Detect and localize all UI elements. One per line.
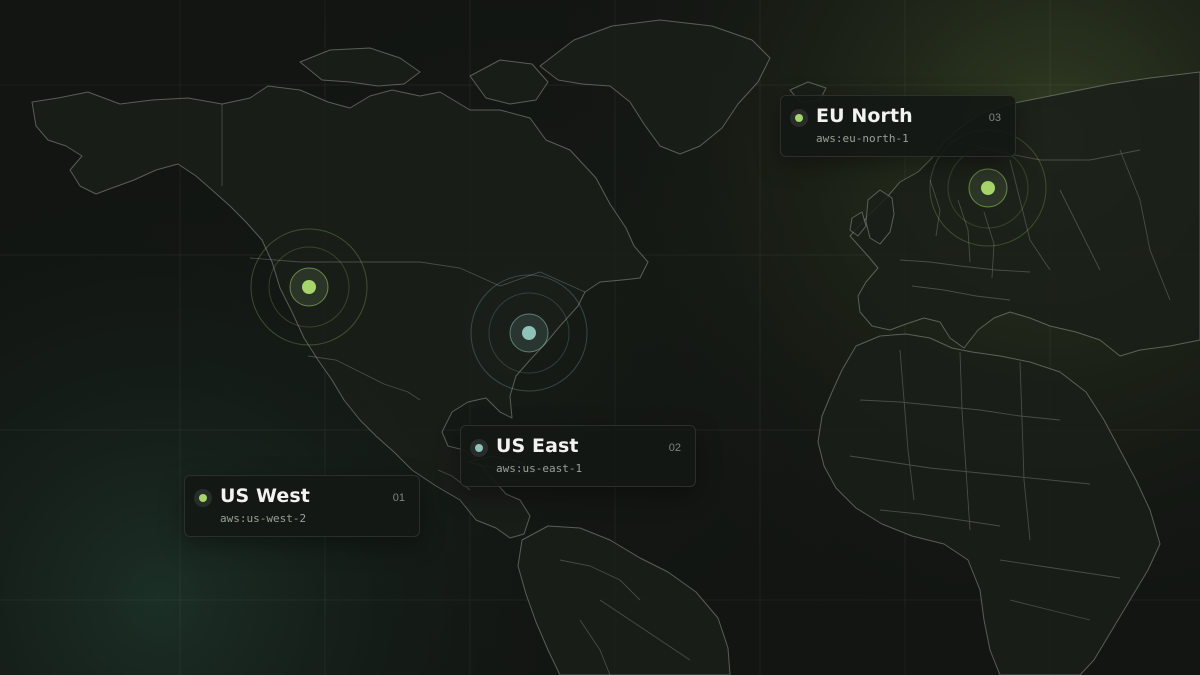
region-card-us-west[interactable]: US West aws:us-west-2 01 xyxy=(184,475,420,537)
status-dot-ring xyxy=(194,489,212,507)
map-canvas xyxy=(0,0,1200,675)
status-dot xyxy=(199,494,207,502)
status-dot xyxy=(795,114,803,122)
region-code: aws:us-west-2 xyxy=(220,512,307,525)
region-name: US East xyxy=(496,435,579,457)
region-code: aws:eu-north-1 xyxy=(816,132,909,145)
status-dot-ring xyxy=(790,109,808,127)
region-name: EU North xyxy=(816,105,913,127)
world-map: US West aws:us-west-2 01 US East aws:us-… xyxy=(0,0,1200,675)
status-dot xyxy=(475,444,483,452)
region-card-eu-north[interactable]: EU North aws:eu-north-1 03 xyxy=(780,95,1016,157)
status-dot-ring xyxy=(470,439,488,457)
region-index: 03 xyxy=(988,112,1001,124)
region-index: 01 xyxy=(392,492,405,504)
region-code: aws:us-east-1 xyxy=(496,462,583,475)
region-card-us-east[interactable]: US East aws:us-east-1 02 xyxy=(460,425,696,487)
region-index: 02 xyxy=(668,442,681,454)
region-name: US West xyxy=(220,485,310,507)
